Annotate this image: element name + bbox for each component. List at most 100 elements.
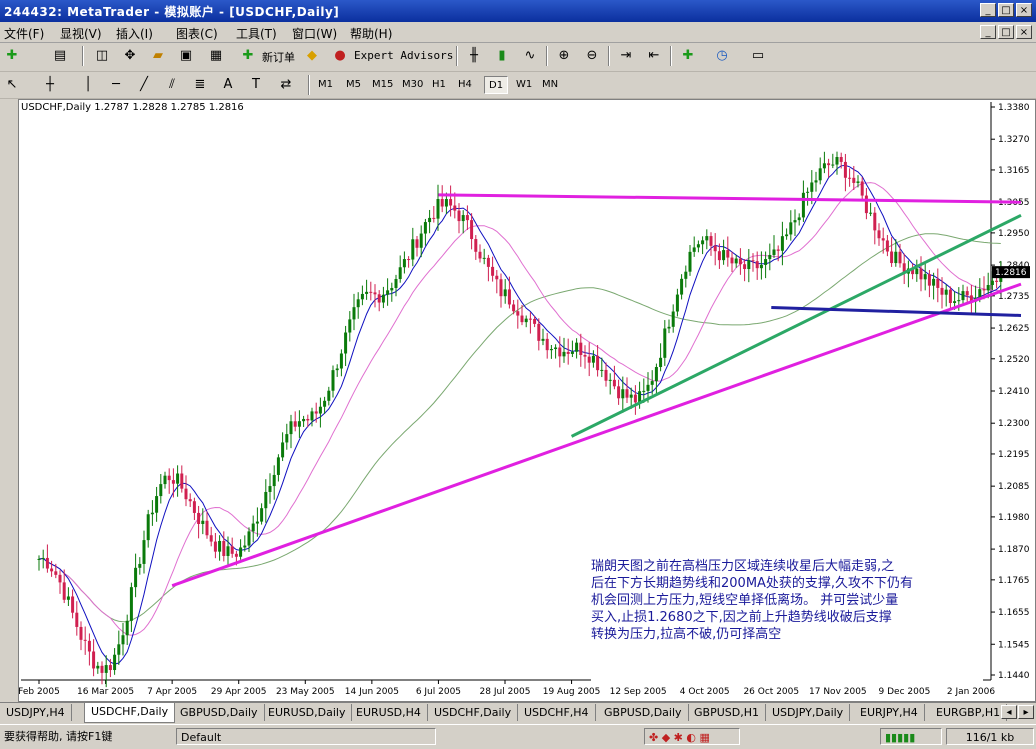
chart-info: USDCHF,Daily 1.2787 1.2828 1.2785 1.2816 [21,102,244,113]
tab-eurjpy-h4[interactable]: EURJPY,H4 [854,704,925,721]
tab-usdjpy-h4[interactable]: USDJPY,H4 [0,704,72,721]
templates-icon[interactable]: ▭ [748,47,768,65]
chart-shift-icon[interactable]: ⇤ [644,47,664,65]
candle-bull [218,540,222,552]
periods-clock-icon[interactable]: ◷ [712,47,732,65]
tab-eurusd-daily[interactable]: EURUSD,Daily [262,704,353,721]
timeframe-m1[interactable]: M1 [314,76,337,94]
horizontal-line-icon[interactable]: ─ [106,76,126,94]
minimize-button[interactable]: _ [980,3,996,17]
timeframe-d1[interactable]: D1 [484,76,509,94]
vertical-line-icon[interactable]: │ [78,76,98,94]
candle-bull [869,212,873,214]
candle-bear [180,473,184,489]
tab-usdchf-h4[interactable]: USDCHF,H4 [518,704,596,721]
menu-chart[interactable]: 图表(C) [176,25,218,42]
tab-usdchf-daily[interactable]: USDCHF,Daily [84,703,176,723]
tester-icon[interactable]: ▦ [206,47,226,65]
time-tick-label: 29 Apr 2005 [211,687,267,697]
timeframe-w1[interactable]: W1 [512,76,536,94]
candle-bull [310,411,314,421]
trendline-icon[interactable]: ╱ [134,76,154,94]
close-button[interactable]: × [1016,3,1032,17]
price-tick-label: 1.1765 [998,576,1030,586]
autoscroll-icon[interactable]: ⇥ [616,47,636,65]
new-order-button[interactable]: 新订单 [262,49,295,65]
tab-eurgbp-h1[interactable]: EURGBP,H1 [930,704,1008,721]
timeframe-m5[interactable]: M5 [342,76,365,94]
line-chart-icon[interactable]: ∿ [520,47,540,65]
timeframe-m30[interactable]: M30 [398,76,427,94]
crosshair-icon[interactable]: ┼ [40,76,60,94]
channel-icon[interactable]: ⫽ [162,76,182,94]
expert-advisors-icon[interactable]: ● [330,47,350,65]
chart-window[interactable]: 1.33801.32701.31651.30551.29501.28401.27… [18,99,1036,702]
arrows-icon[interactable]: ⇄ [276,76,296,94]
candle-bear [995,280,999,282]
zoom-out-icon[interactable]: ⊖ [582,47,602,65]
market-watch-icon[interactable]: ◫ [92,47,112,65]
annotation-line: 瑞朗天图之前在高档压力区域连续收星后大幅走弱,之 [591,559,895,574]
menu-tools[interactable]: 工具(T) [236,25,277,42]
expert-advisors-button[interactable]: Expert Advisors [354,49,453,62]
candle-bull [297,421,301,427]
tab-usdjpy-daily[interactable]: USDJPY,Daily [766,704,851,721]
candle-bull [260,508,264,522]
candle-bear [167,475,171,481]
candle-bear [776,249,780,251]
candle-bull [932,278,936,286]
mdi-restore-button[interactable]: □ [998,25,1014,39]
price-tick-label: 1.1980 [998,513,1030,523]
text-label-icon[interactable]: T [246,76,266,94]
menu-file[interactable]: 文件(F) [4,25,44,42]
maximize-button[interactable]: □ [998,3,1014,17]
candle-bear [507,289,511,305]
tab-eurusd-h4[interactable]: EURUSD,H4 [350,704,428,721]
candle-bull [961,291,965,301]
candle-bear [171,480,175,484]
candle-bear [730,257,734,264]
timeframe-m15[interactable]: M15 [368,76,397,94]
tab-gbpusd-daily[interactable]: GBPUSD,Daily [174,704,265,721]
price-tick-label: 1.2520 [998,355,1030,365]
new-chart-icon[interactable]: ✚ [2,47,22,65]
menu-insert[interactable]: 插入(I) [116,25,153,42]
tab-scroll-left-icon[interactable]: ◂ [1001,705,1017,719]
new-order-icon[interactable]: ✚ [238,47,258,65]
fibonacci-icon[interactable]: ≣ [190,76,210,94]
indicators-icon[interactable]: ✚ [678,47,698,65]
candle-bear [864,195,868,214]
tab-gbpusd-daily-2[interactable]: GBPUSD,Daily [598,704,689,721]
terminal-icon[interactable]: ▣ [176,47,196,65]
profiles-icon[interactable]: ▤ [50,47,70,65]
folder-icon[interactable]: ▰ [148,47,168,65]
candle-bear [919,268,923,280]
cursor-icon[interactable]: ↖ [2,76,22,94]
candlestick-icon[interactable]: ▮ [492,47,512,65]
menu-view[interactable]: 显视(V) [60,25,102,42]
menu-window[interactable]: 窗口(W) [292,25,337,42]
candle-bull [335,368,339,371]
menu-help[interactable]: 帮助(H) [350,25,392,42]
window-title: 244432: MetaTrader - 模拟账户 - [USDCHF,Dail… [4,5,340,19]
candle-bear [982,289,986,291]
candle-bull [276,457,280,475]
candle-bull [251,523,255,532]
timeframe-h1[interactable]: H1 [428,76,450,94]
tab-gbpusd-h1[interactable]: GBPUSD,H1 [688,704,766,721]
mdi-minimize-button[interactable]: _ [980,25,996,39]
zoom-in-icon[interactable]: ⊕ [554,47,574,65]
candle-bull [629,394,633,398]
warning-icon[interactable]: ◆ [302,47,322,65]
candle-bull [264,491,268,509]
toolbar-separator [456,46,458,66]
mdi-close-button[interactable]: × [1016,25,1032,39]
timeframe-mn[interactable]: MN [538,76,562,94]
tab-scroll-right-icon[interactable]: ▸ [1018,705,1034,719]
timeframe-h4[interactable]: H4 [454,76,476,94]
candle-bull [856,181,860,183]
navigator-icon[interactable]: ✥ [120,47,140,65]
bar-chart-icon[interactable]: ╫ [464,47,484,65]
tab-usdchf-daily-2[interactable]: USDCHF,Daily [428,704,519,721]
text-icon[interactable]: A [218,76,238,94]
